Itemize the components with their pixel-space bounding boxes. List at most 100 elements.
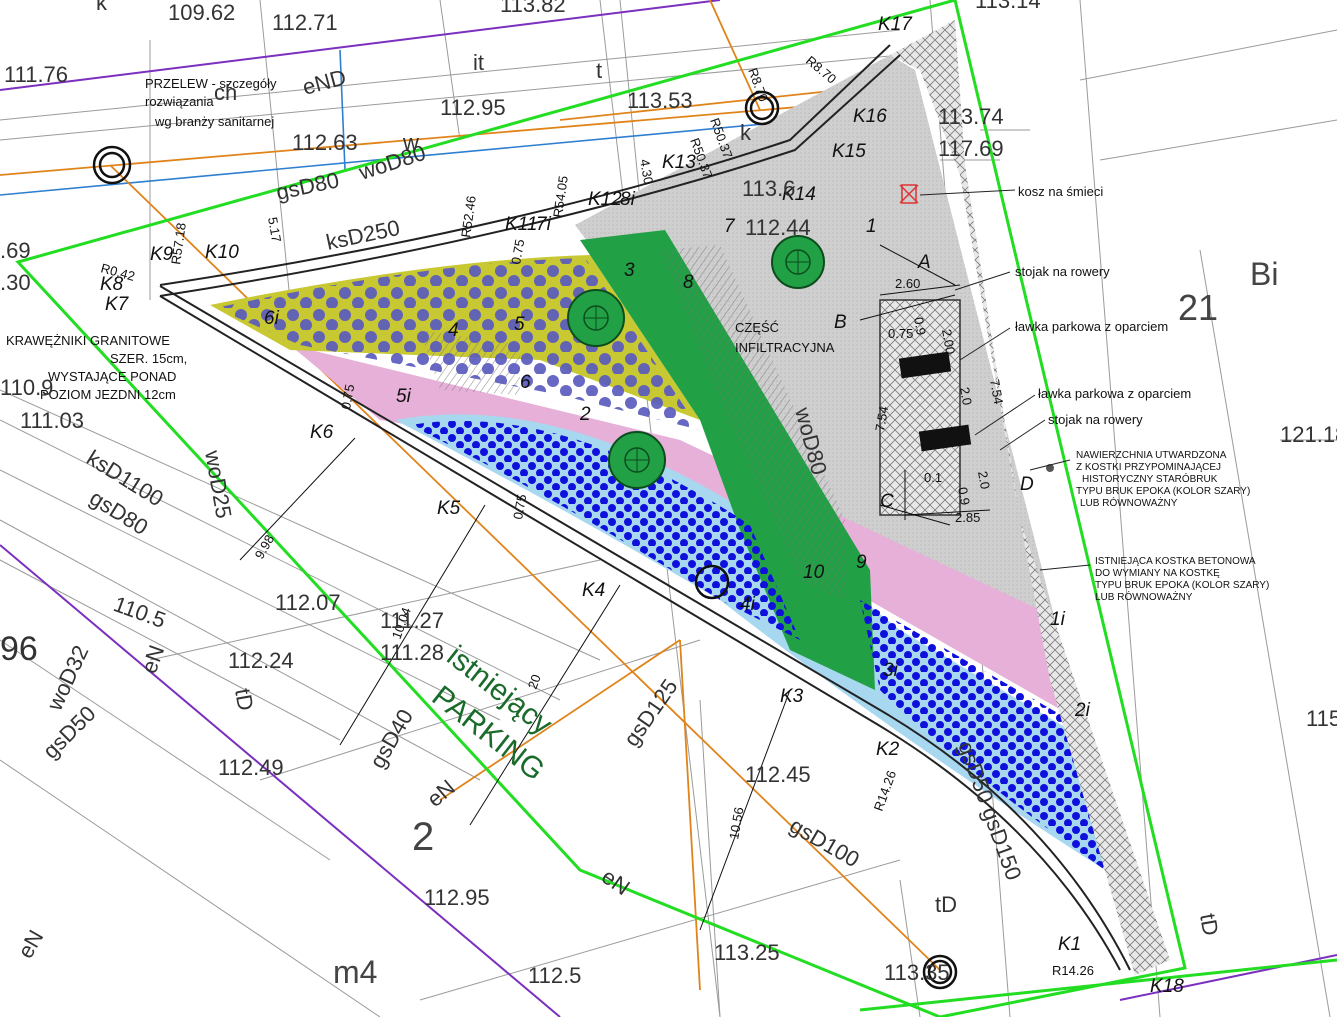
tree-icon — [567, 289, 625, 347]
elev-113-6: 113.6 — [742, 176, 795, 201]
dim-2-60: 2.60 — [895, 276, 920, 291]
zone-4: 4 — [448, 320, 459, 341]
note-kraw-2: SZER. 15cm, — [110, 351, 187, 366]
parcel-bi: Bi — [1250, 256, 1278, 292]
elev-112-63: 112.63 — [292, 130, 358, 155]
elev-115: 115 — [1306, 706, 1337, 731]
point-k16: K16 — [853, 106, 887, 127]
point-c: C — [880, 491, 894, 512]
legend-lawka-2: ławka parkowa z oparciem — [1038, 386, 1191, 401]
zone-10: 10 — [803, 562, 825, 583]
tree-icon — [608, 431, 666, 489]
pipe-it: it — [473, 50, 484, 75]
zone-3: 3 — [624, 260, 635, 281]
point-k15: K15 — [832, 141, 866, 162]
note-kraw-1: KRAWĘŻNIKI GRANITOWE — [6, 333, 170, 348]
elev-30: .30 — [0, 270, 31, 295]
pipe-wod25: woD25 — [200, 448, 237, 521]
parcel-m4: m4 — [333, 954, 377, 990]
zone-3i: 3i — [883, 660, 899, 681]
pipe-gsd40: gsD40 — [365, 705, 418, 773]
pipe-gsd100: gsD100 — [786, 813, 864, 873]
dim-0-75d: 0.75 — [510, 493, 529, 521]
zone-5: 5 — [514, 314, 525, 335]
elev-96: 96 — [0, 630, 38, 668]
legend-stojak-2: stojak na rowery — [1048, 412, 1143, 427]
point-k4: K4 — [582, 580, 605, 601]
pipe-k: k — [96, 0, 108, 15]
note-infil-1: CZĘŚĆ — [735, 320, 779, 335]
zone-9: 9 — [856, 552, 867, 573]
legend-ist-4: LUB RÓWNOWAŻNY — [1095, 590, 1193, 603]
note-przelew-3: wg branży sanitarnej — [154, 114, 274, 129]
elev-110-5: 110.5 — [110, 591, 169, 633]
legend-kosz: kosz na śmieci — [1018, 184, 1103, 199]
point-k1: K1 — [1058, 934, 1081, 955]
point-k6: K6 — [310, 422, 334, 443]
legend-naw-4: TYPU BRUK EPOKA (KOLOR SZARY) — [1076, 486, 1250, 497]
legend-naw-5: LUB RÓWNOWAŻNY — [1080, 496, 1178, 509]
legend-naw-1: NAWIERZCHNIA UTWARDZONA — [1076, 450, 1227, 461]
elev-112-45: 112.45 — [745, 762, 811, 787]
legend-naw-3: HISTORYCZNY STARÓBRUK — [1082, 472, 1218, 485]
legend: kosz na śmieci stojak na rowery ławka pa… — [1015, 184, 1269, 603]
elev-113-53: 113.53 — [627, 88, 693, 113]
pipe-en-c: eN — [13, 926, 49, 963]
radius-14-26b: R14.26 — [1052, 963, 1094, 978]
point-k12: K12 — [588, 189, 622, 210]
legend-ist-1: ISTNIEJĄCA KOSTKA BETONOWA — [1095, 556, 1256, 567]
elev-109-62: 109.62 — [168, 0, 235, 25]
point-k5: K5 — [437, 498, 461, 519]
note-przelew-2: rozwiązania — [145, 94, 214, 109]
pipe-td-b: tD — [230, 687, 258, 713]
dim-2-0a: 2.0 — [957, 386, 975, 406]
dim-0-9a: 0.9 — [911, 316, 929, 336]
elev-112-07: 112.07 — [275, 590, 341, 615]
note-kraw-3: WYSTAJĄCE PONAD — [48, 369, 176, 384]
legend-stojak-1: stojak na rowery — [1015, 264, 1110, 279]
radius-57-18: R57.18 — [168, 222, 189, 266]
point-k11: K11 — [505, 214, 537, 235]
pipe-ch: ch — [214, 80, 237, 105]
zone-7: 7 — [724, 216, 736, 237]
elev-112-95: 112.95 — [440, 95, 506, 120]
radius-54-05: R54.05 — [550, 175, 571, 219]
dim-2-85: 2.85 — [955, 510, 980, 525]
elev-121-18: 121.18 — [1280, 422, 1337, 447]
elev-112-44: 112.44 — [745, 215, 811, 240]
elev-112-5: 112.5 — [528, 963, 581, 988]
pipe-td: tD — [935, 892, 957, 917]
pipe-gsd80: gsD80 — [274, 167, 341, 205]
elev-113-14: 113.14 — [975, 0, 1041, 13]
point-a: A — [917, 252, 931, 273]
point-k7: K7 — [105, 294, 130, 315]
elev-112-24: 112.24 — [228, 648, 294, 673]
elev-111-28: 111.28 — [380, 640, 444, 665]
site-plan-map: PRZELEW - szczegóły rozwiązania wg branż… — [0, 0, 1337, 1017]
point-k3: K3 — [780, 686, 804, 707]
parcel-2: 2 — [412, 815, 434, 859]
point-d: D — [1020, 474, 1034, 495]
radius-8-70b: R8.70 — [803, 53, 839, 87]
elev-111-76: 111.76 — [4, 62, 68, 87]
zone-8: 8 — [683, 272, 694, 293]
note-infil-2: INFILTRACYJNA — [735, 340, 835, 355]
pipe-w: w — [402, 130, 419, 155]
pipe-k-b: k — [740, 120, 752, 145]
radius-14-26a: R14.26 — [871, 769, 899, 814]
dim-0-75: 0.75 — [888, 326, 913, 341]
zone-2i: 2i — [1074, 700, 1091, 721]
dim-5-17: 5.17 — [265, 216, 284, 244]
pipe-td-c: tD — [1195, 912, 1223, 938]
zone-5i: 5i — [396, 386, 412, 407]
point-k10: K10 — [205, 242, 239, 263]
elev-111-03: 111.03 — [20, 408, 84, 433]
dim-20: 20 — [525, 672, 544, 691]
parcel-21: 21 — [1178, 287, 1218, 328]
zone-4i: 4i — [740, 594, 756, 615]
elev-112-71: 112.71 — [272, 10, 338, 35]
legend-naw-2: Z KOSTKI PRZYPOMINAJĄCEJ — [1076, 462, 1221, 473]
elev-112-49: 112.49 — [218, 755, 284, 780]
elev-111-27: 111.27 — [380, 608, 444, 633]
elev-110-9: 110.9 — [0, 375, 53, 400]
